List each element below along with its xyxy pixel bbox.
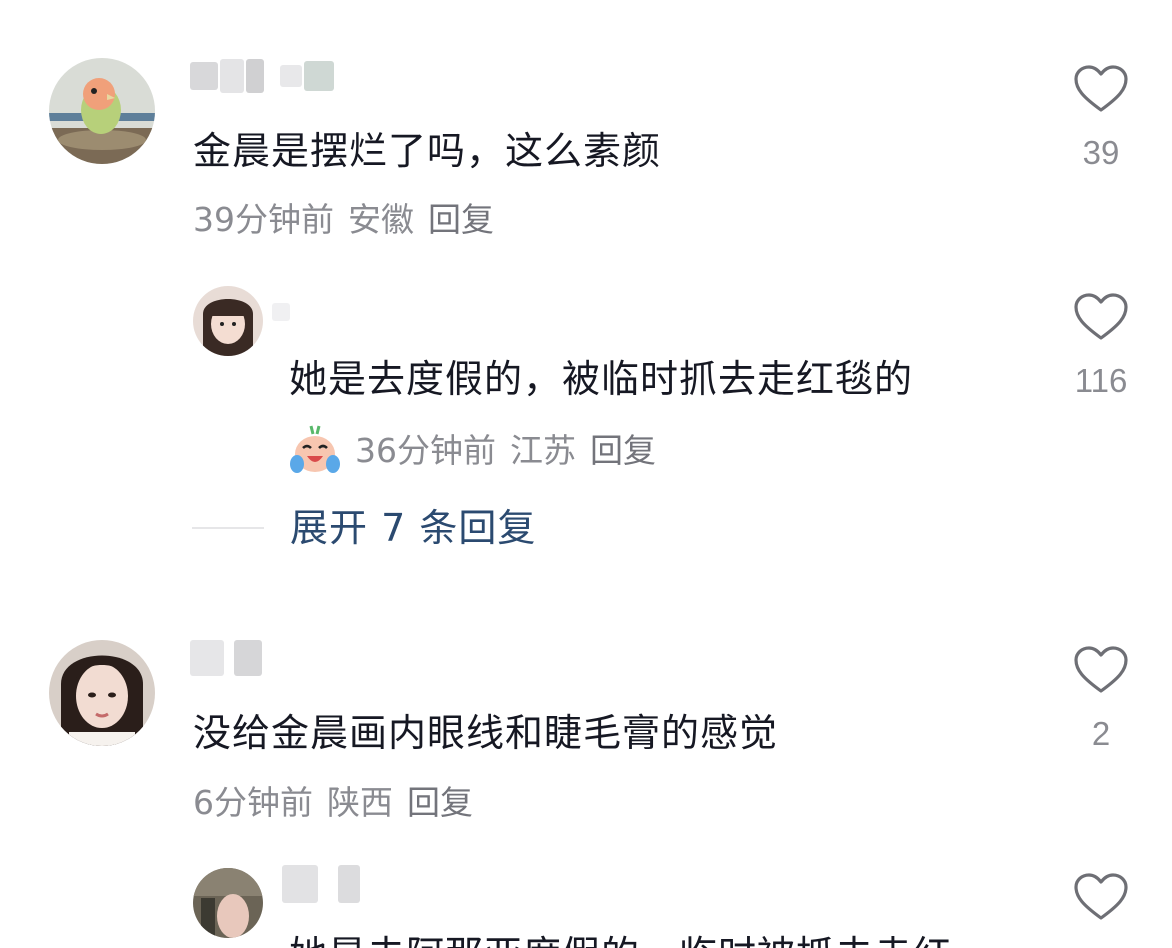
comment-text: 没给金晨画内眼线和睫毛膏的感觉 [193,711,779,755]
username-blurred[interactable] [282,865,360,903]
comment-time: 6分钟前 [193,783,313,822]
comment-text: 她是去度假的，被临时抓去走红毯的 [289,357,914,401]
avatar[interactable] [49,640,155,746]
heart-icon [1074,646,1128,693]
comment-list: 金晨是摆烂了吗，这么素颜 39分钟前 安徽 回复 39 她是去度假的，被临时抓去… [0,0,1172,948]
like-count: 39 [1082,134,1120,171]
like-button[interactable] [1066,872,1136,944]
heart-icon [1074,65,1128,112]
username-blurred[interactable] [190,640,262,676]
expand-replies-button[interactable]: 展开 7 条回复 [192,509,536,547]
like-count: 116 [1074,362,1128,399]
username-blurred[interactable] [272,294,290,330]
reply-button[interactable]: 回复 [590,434,656,467]
heart-icon [1074,293,1128,340]
heart-icon [1074,873,1128,920]
reply-button[interactable]: 回复 [428,203,494,236]
avatar[interactable] [49,58,155,164]
avatar[interactable] [193,868,263,938]
comment-meta: 6分钟前 陕西 回复 [193,786,473,819]
like-button[interactable]: 116 [1066,292,1136,397]
comment-text: 她是去阿那亚度假的，临时被抓去走红 [289,936,952,948]
expand-replies-label: 展开 7 条回复 [290,506,537,550]
divider-line [192,527,264,529]
comment-location: 安徽 [348,200,414,239]
comment-time: 39分钟前 [193,200,334,239]
avatar[interactable] [193,286,263,356]
comment-meta: 36分钟前 江苏 回复 [289,424,656,476]
comment-meta: 39分钟前 安徽 回复 [193,203,494,236]
comment-location: 江苏 [510,430,576,470]
username-blurred[interactable] [190,58,334,94]
like-button[interactable]: 39 [1066,64,1136,169]
comment-time: 36分钟前 [355,430,496,470]
comment-location: 陕西 [327,783,393,822]
reply-button[interactable]: 回复 [407,786,473,819]
laughing-crying-face-icon [290,425,340,473]
comment-text: 金晨是摆烂了吗，这么素颜 [193,129,662,173]
like-button[interactable]: 2 [1066,645,1136,750]
like-count: 2 [1091,715,1111,752]
